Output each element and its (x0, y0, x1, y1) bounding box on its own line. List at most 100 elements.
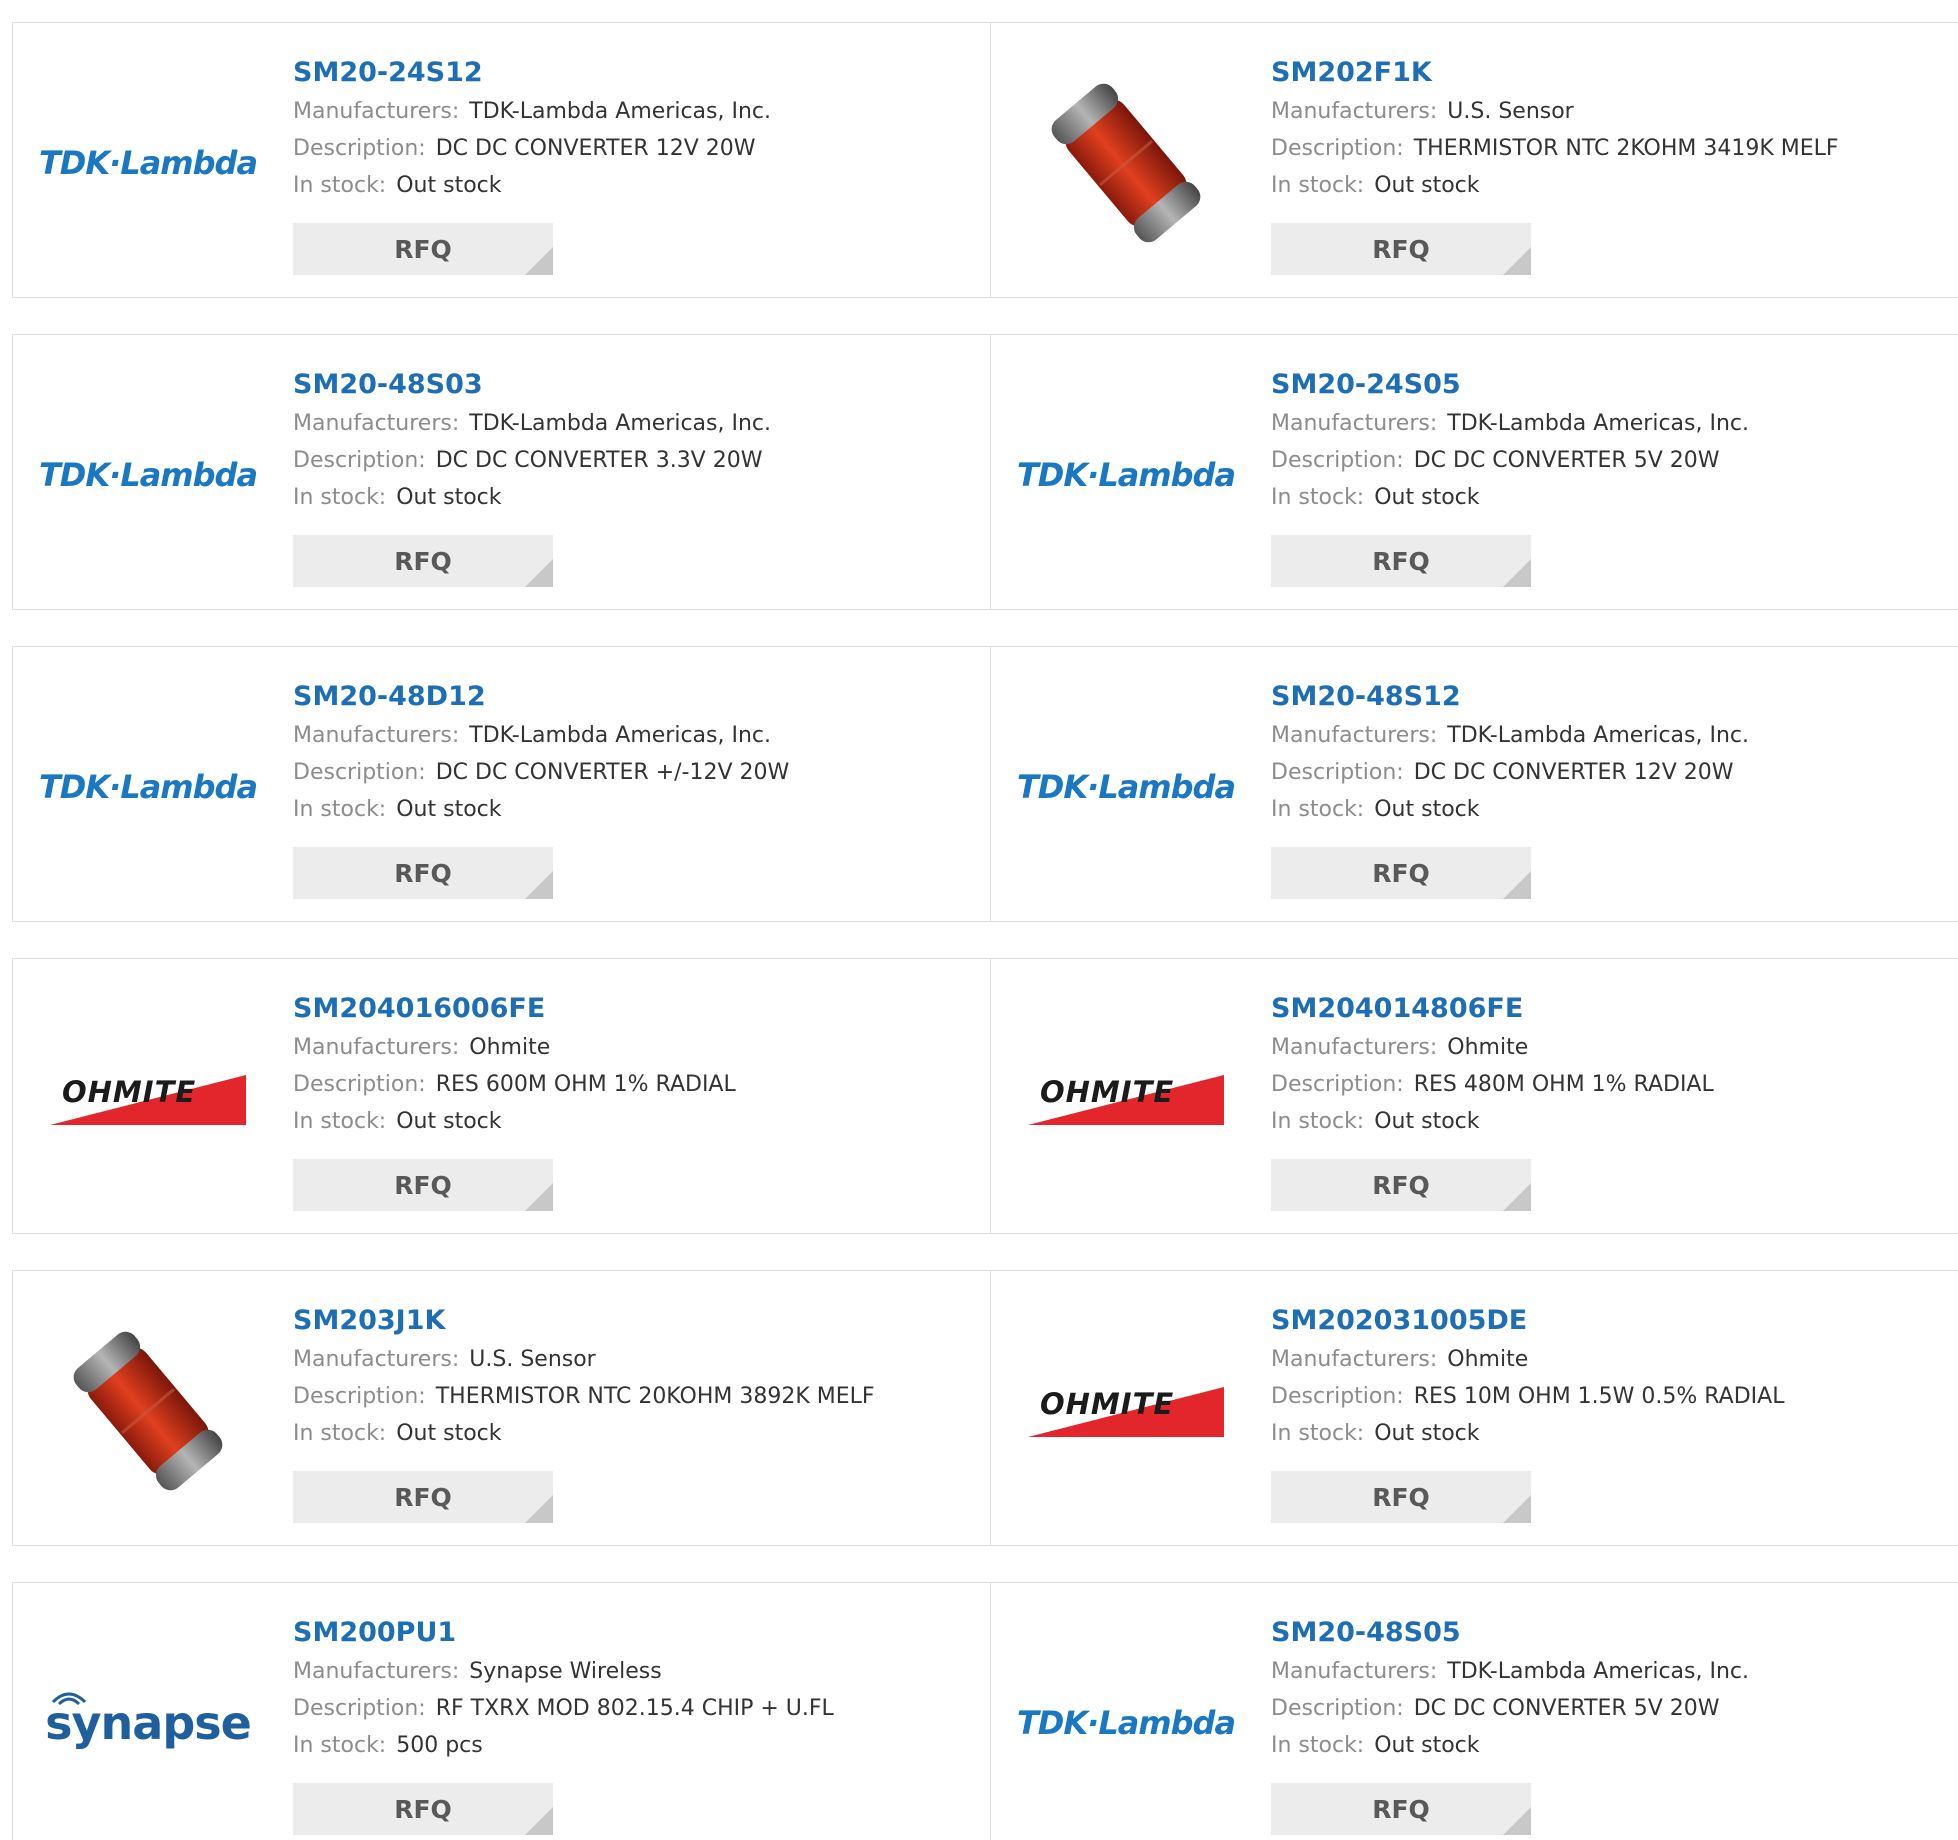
synapse-logo: synapse (45, 1692, 252, 1750)
corner-triangle-icon (525, 1495, 553, 1523)
manufacturer-label: Manufacturers: (293, 1035, 460, 1060)
product-image[interactable]: TDK·Lambda (1017, 687, 1236, 887)
manufacturer-line: Manufacturers: Ohmite (1271, 1341, 1938, 1378)
description-value: THERMISTOR NTC 20KOHM 3892K MELF (435, 1384, 875, 1409)
rfq-button[interactable]: RFQ (293, 847, 553, 899)
product-image[interactable]: synapse (45, 1623, 252, 1823)
stock-value: Out stock (1374, 485, 1480, 510)
tdk-lambda-logo: TDK·Lambda (1016, 1704, 1236, 1742)
stock-line: In stock: Out stock (293, 479, 970, 516)
product-image[interactable]: OHMITE (1026, 1311, 1226, 1511)
part-number-link[interactable]: SM20-48S05 (1271, 1613, 1938, 1653)
product-row: TDK·Lambda SM20-48S03 Manufacturers: TDK-La… (12, 334, 1958, 610)
corner-triangle-icon (525, 1183, 553, 1211)
description-label: Description: (1271, 1696, 1404, 1721)
part-number-link[interactable]: SM202031005DE (1271, 1301, 1938, 1341)
product-image[interactable]: OHMITE (1026, 999, 1226, 1199)
description-line: Description: DC DC CONVERTER 3.3V 20W (293, 442, 970, 479)
manufacturer-label: Manufacturers: (1271, 723, 1438, 748)
stock-value: Out stock (396, 1421, 502, 1446)
rfq-button[interactable]: RFQ (293, 535, 553, 587)
description-label: Description: (293, 1384, 426, 1409)
manufacturer-value: TDK-Lambda Americas, Inc. (469, 411, 771, 436)
part-number-link[interactable]: SM204016006FE (293, 989, 970, 1029)
stock-line: In stock: Out stock (1271, 479, 1938, 516)
stock-label: In stock: (293, 1109, 387, 1134)
description-value: RES 480M OHM 1% RADIAL (1413, 1072, 1714, 1097)
product-image[interactable]: TDK·Lambda (1017, 1623, 1236, 1823)
manufacturer-line: Manufacturers: Ohmite (293, 1029, 970, 1066)
description-line: Description: RES 10M OHM 1.5W 0.5% RADIAL (1271, 1378, 1938, 1415)
part-number-link[interactable]: SM203J1K (293, 1301, 970, 1341)
description-label: Description: (1271, 1384, 1404, 1409)
product-image[interactable]: OHMITE (48, 999, 248, 1199)
part-number-link[interactable]: SM20-24S05 (1271, 365, 1938, 405)
description-line: Description: THERMISTOR NTC 2KOHM 3419K M… (1271, 130, 1938, 167)
product-card: TDK·Lambda SM20-48S05 Manufacturers: TDK-La… (991, 1583, 1958, 1840)
description-line: Description: THERMISTOR NTC 20KOHM 3892K … (293, 1378, 970, 1415)
product-card: TDK·Lambda SM20-24S05 Manufacturers: TDK-La… (991, 335, 1958, 609)
product-image[interactable]: TDK·Lambda (39, 63, 258, 263)
product-image[interactable] (48, 1311, 248, 1511)
rfq-button[interactable]: RFQ (1271, 1471, 1531, 1523)
description-line: Description: RES 600M OHM 1% RADIAL (293, 1066, 970, 1103)
product-image[interactable]: TDK·Lambda (39, 375, 258, 575)
manufacturer-label: Manufacturers: (293, 99, 460, 124)
corner-triangle-icon (1503, 247, 1531, 275)
product-image[interactable] (1026, 63, 1226, 263)
manufacturer-value: TDK-Lambda Americas, Inc. (469, 99, 771, 124)
part-number-link[interactable]: SM20-24S12 (293, 53, 970, 93)
description-line: Description: DC DC CONVERTER 12V 20W (1271, 754, 1938, 791)
manufacturer-value: U.S. Sensor (1447, 99, 1574, 124)
part-number-link[interactable]: SM204014806FE (1271, 989, 1938, 1029)
tdk-lambda-logo: TDK·Lambda (38, 456, 258, 494)
product-info: SM20-48S03 Manufacturers: TDK-Lambda Ameri… (293, 365, 970, 516)
melf-thermistor-photo (73, 1331, 223, 1491)
rfq-button[interactable]: RFQ (293, 223, 553, 275)
rfq-label: RFQ (394, 1482, 452, 1512)
manufacturer-value: U.S. Sensor (469, 1347, 596, 1372)
description-label: Description: (1271, 136, 1404, 161)
manufacturer-label: Manufacturers: (1271, 411, 1438, 436)
part-number-link[interactable]: SM200PU1 (293, 1613, 970, 1653)
manufacturer-line: Manufacturers: TDK-Lambda Americas, Inc. (1271, 717, 1938, 754)
product-card: synapse SM200PU1 Manufacturers: Synapse Wir… (13, 1583, 991, 1840)
manufacturer-label: Manufacturers: (293, 1659, 460, 1684)
rfq-button[interactable]: RFQ (293, 1783, 553, 1835)
part-number-link[interactable]: SM20-48S03 (293, 365, 970, 405)
rfq-button[interactable]: RFQ (1271, 223, 1531, 275)
part-number-link[interactable]: SM20-48D12 (293, 677, 970, 717)
stock-label: In stock: (1271, 1421, 1365, 1446)
product-card: SM203J1K Manufacturers: U.S. Sensor Descrip… (13, 1271, 991, 1545)
stock-value: Out stock (396, 173, 502, 198)
stock-line: In stock: 500 pcs (293, 1727, 970, 1764)
stock-label: In stock: (293, 1421, 387, 1446)
product-image[interactable]: TDK·Lambda (39, 687, 258, 887)
stock-label: In stock: (1271, 173, 1365, 198)
description-value: THERMISTOR NTC 2KOHM 3419K MELF (1413, 136, 1839, 161)
rfq-button[interactable]: RFQ (1271, 847, 1531, 899)
tdk-lambda-logo: TDK·Lambda (1016, 456, 1236, 494)
part-number-link[interactable]: SM20-48S12 (1271, 677, 1938, 717)
ohmite-logo-text: OHMITE (1040, 1075, 1175, 1109)
stock-line: In stock: Out stock (293, 167, 970, 204)
product-row: synapse SM200PU1 Manufacturers: Synapse Wir… (12, 1582, 1958, 1840)
corner-triangle-icon (1503, 1495, 1531, 1523)
part-number-link[interactable]: SM202F1K (1271, 53, 1938, 93)
product-card: TDK·Lambda SM20-24S12 Manufacturers: TDK-La… (13, 23, 991, 297)
manufacturer-value: Synapse Wireless (469, 1659, 662, 1684)
description-line: Description: DC DC CONVERTER 5V 20W (1271, 1690, 1938, 1727)
product-image[interactable]: TDK·Lambda (1017, 375, 1236, 575)
description-value: DC DC CONVERTER 5V 20W (1413, 448, 1720, 473)
product-card: OHMITE SM204016006FE Manufacturers: Ohmite D… (13, 959, 991, 1233)
corner-triangle-icon (525, 247, 553, 275)
description-label: Description: (1271, 1072, 1404, 1097)
manufacturer-value: TDK-Lambda Americas, Inc. (1447, 1659, 1749, 1684)
manufacturer-line: Manufacturers: TDK-Lambda Americas, Inc. (293, 405, 970, 442)
rfq-button[interactable]: RFQ (1271, 535, 1531, 587)
stock-value: Out stock (1374, 1421, 1480, 1446)
rfq-button[interactable]: RFQ (1271, 1159, 1531, 1211)
rfq-button[interactable]: RFQ (293, 1159, 553, 1211)
rfq-button[interactable]: RFQ (293, 1471, 553, 1523)
rfq-button[interactable]: RFQ (1271, 1783, 1531, 1835)
